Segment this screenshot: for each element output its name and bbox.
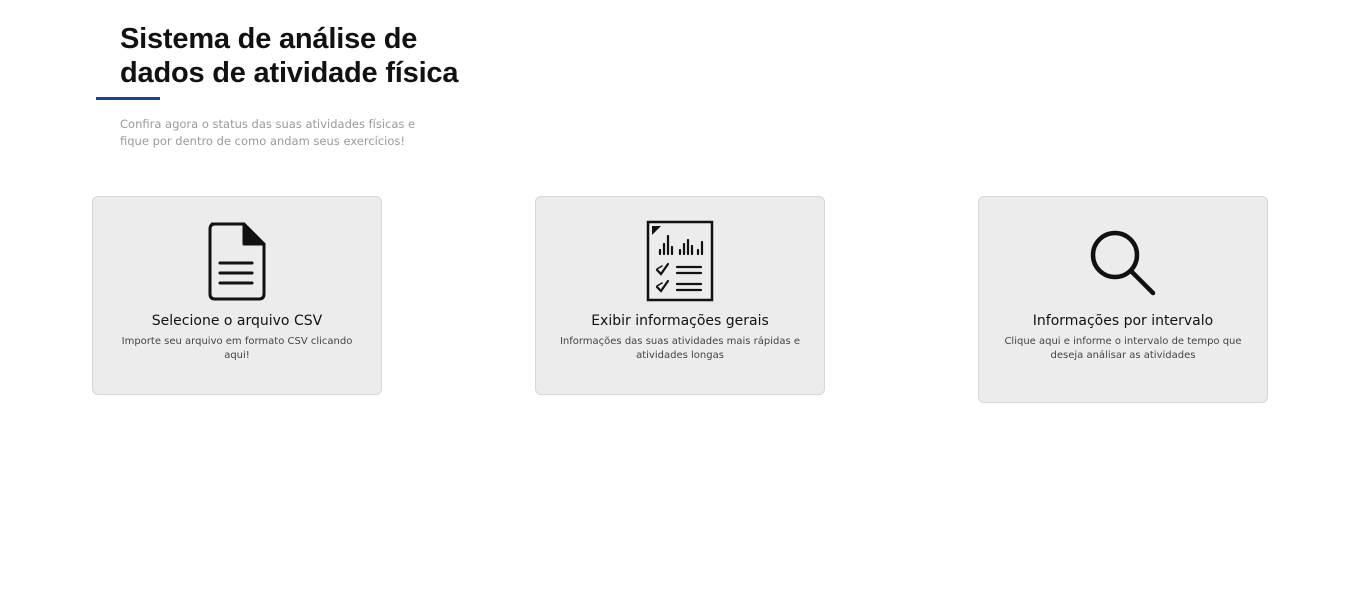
page-title: Sistema de análise de dados de atividade… xyxy=(120,23,459,89)
select-csv-description: Importe seu arquivo em formato CSV clica… xyxy=(121,336,353,361)
page-subtitle: Confira agora o status das suas atividad… xyxy=(120,117,416,148)
general-info-description: Informações das suas atividades mais ráp… xyxy=(559,336,801,361)
interval-info-title: Informações por intervalo xyxy=(1032,313,1214,329)
general-info-card[interactable]: Exibir informações gerais Informações da… xyxy=(535,196,825,395)
search-icon xyxy=(979,227,1267,299)
report-chart-icon xyxy=(536,220,824,302)
select-csv-card[interactable]: Selecione o arquivo CSV Importe seu arqu… xyxy=(92,196,382,395)
page-header: Sistema de análise de dados de atividade… xyxy=(120,22,480,90)
interval-info-card[interactable]: Informações por intervalo Clique aqui e … xyxy=(978,196,1268,403)
select-csv-title: Selecione o arquivo CSV xyxy=(151,313,323,329)
document-icon xyxy=(93,221,381,301)
title-accent-bar xyxy=(96,97,160,100)
interval-info-description: Clique aqui e informe o intervalo de tem… xyxy=(1004,336,1242,361)
general-info-title: Exibir informações gerais xyxy=(591,313,769,329)
